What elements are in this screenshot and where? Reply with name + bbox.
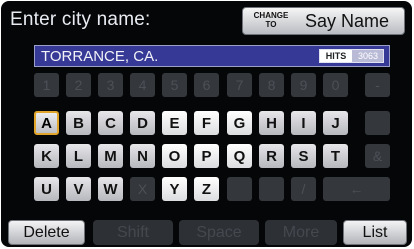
key-l[interactable]: L [66, 144, 91, 168]
key-f[interactable]: F [194, 111, 219, 135]
key-j[interactable]: J [323, 111, 348, 135]
key-minus: - [365, 73, 390, 97]
key-blank-2 [227, 177, 252, 201]
hits-indicator: HITS 3063 [319, 49, 384, 63]
key-2: 2 [66, 73, 91, 97]
key-q[interactable]: Q [227, 144, 252, 168]
key-d[interactable]: D [130, 111, 155, 135]
city-entry-field[interactable]: TORRANCE, CA. HITS 3063 [34, 45, 390, 67]
key-slash: / [291, 177, 316, 201]
key-4: 4 [130, 73, 155, 97]
key-v[interactable]: V [66, 177, 91, 201]
key-blank-3 [259, 177, 284, 201]
entry-value: TORRANCE, CA. [41, 48, 159, 65]
key-r[interactable]: R [259, 144, 284, 168]
key-w[interactable]: W [98, 177, 123, 201]
space-button: Space [179, 220, 259, 245]
key-b[interactable]: B [66, 111, 91, 135]
key-i[interactable]: I [291, 111, 316, 135]
key-y[interactable]: Y [162, 177, 187, 201]
key-z[interactable]: Z [194, 177, 219, 201]
key-6: 6 [194, 73, 219, 97]
key-3: 3 [98, 73, 123, 97]
key-e[interactable]: E [162, 111, 187, 135]
key-7: 7 [227, 73, 252, 97]
key-a[interactable]: A [34, 111, 59, 135]
key-t[interactable]: T [323, 144, 348, 168]
key-m[interactable]: M [98, 144, 123, 168]
key-h[interactable]: H [259, 111, 284, 135]
key-5: 5 [162, 73, 187, 97]
key-k[interactable]: K [34, 144, 59, 168]
key-o[interactable]: O [162, 144, 187, 168]
key-u[interactable]: U [34, 177, 59, 201]
key-p[interactable]: P [194, 144, 219, 168]
list-button[interactable]: List [343, 220, 407, 245]
prompt-text: Enter city name: [10, 9, 151, 30]
key-ampersand: & [365, 144, 390, 168]
key-9: 9 [291, 73, 316, 97]
key-n[interactable]: N [130, 144, 155, 168]
key-x: X [130, 177, 155, 201]
hits-label: HITS [320, 50, 352, 62]
key-8: 8 [259, 73, 284, 97]
delete-button[interactable]: Delete [8, 220, 85, 245]
key-0: 0 [323, 73, 348, 97]
key-blank-1 [365, 111, 390, 135]
key-c[interactable]: C [98, 111, 123, 135]
change-to-label: CHANGE TO [253, 11, 289, 29]
key-s[interactable]: S [291, 144, 316, 168]
say-name-label: Say Name [305, 11, 390, 31]
more-button: More [265, 220, 337, 245]
navigation-screen: Enter city name: CHANGE TO Say Name TORR… [1, 1, 412, 247]
hits-count: 3063 [357, 51, 379, 61]
backspace-key: ← [323, 177, 390, 201]
change-to-say-name-button[interactable]: CHANGE TO Say Name [242, 7, 405, 35]
key-1: 1 [34, 73, 59, 97]
shift-button: Shift [93, 220, 173, 245]
key-g[interactable]: G [227, 111, 252, 135]
